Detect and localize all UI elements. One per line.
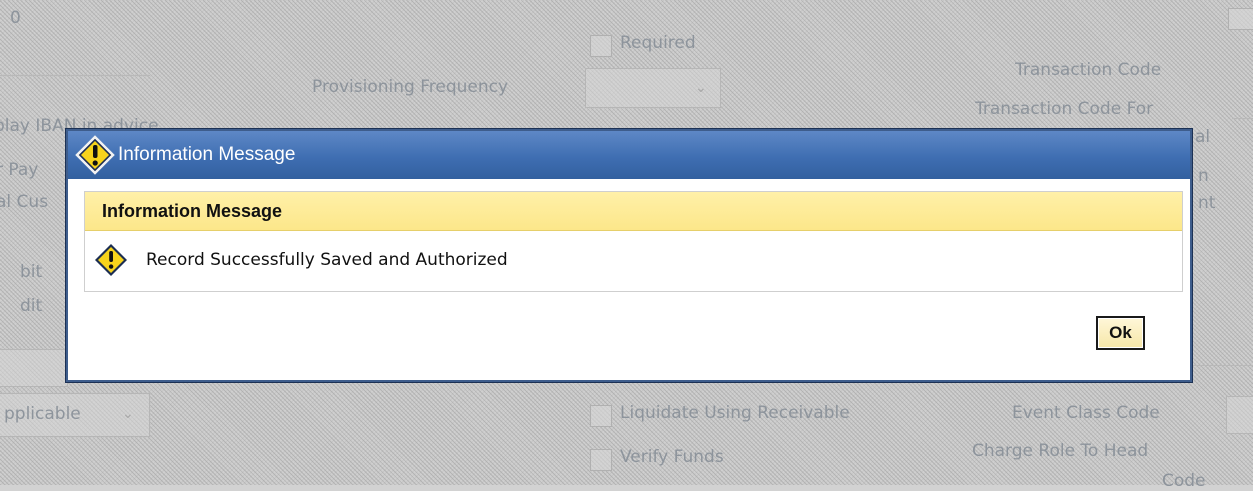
liquidate-checkbox[interactable]	[590, 405, 612, 427]
bg-input[interactable]	[1226, 396, 1253, 434]
charge-role-label: Charge Role To Head	[972, 441, 1149, 461]
bg-divider	[0, 75, 150, 76]
event-class-code-label: Event Class Code	[1012, 403, 1160, 423]
bg-field-fragment: 0	[10, 8, 21, 28]
not-applicable-value: pplicable	[4, 404, 81, 424]
bg-checkbox[interactable]	[1228, 8, 1253, 30]
dialog-title: Information Message	[118, 144, 296, 165]
bg-left-label: dit	[20, 296, 43, 316]
bg-divider	[1232, 118, 1253, 119]
bg-select[interactable]	[0, 349, 68, 387]
message-panel: Information Message Record Successfully …	[84, 191, 1183, 292]
dialog-titlebar[interactable]: Information Message	[68, 131, 1190, 179]
required-label: Required	[620, 33, 696, 53]
bg-divider	[1190, 365, 1253, 366]
warning-icon	[93, 242, 129, 278]
warning-icon	[74, 134, 116, 176]
code-label: Code	[1162, 471, 1206, 491]
bg-left-label: r Pay	[0, 160, 39, 180]
chevron-down-icon: ⌄	[122, 406, 134, 422]
provisioning-frequency-label: Provisioning Frequency	[312, 77, 509, 97]
bg-right-fragment: n	[1198, 166, 1209, 186]
bg-left-label: al Cus	[0, 192, 49, 212]
liquidate-label: Liquidate Using Receivable	[620, 403, 850, 423]
verify-funds-label: Verify Funds	[620, 447, 724, 467]
bg-left-label: bit	[20, 262, 43, 282]
message-panel-header: Information Message	[85, 192, 1182, 231]
transaction-code-for-label: Transaction Code For	[975, 99, 1154, 119]
transaction-code-label: Transaction Code	[1015, 60, 1162, 80]
required-checkbox[interactable]	[590, 35, 612, 57]
bg-right-fragment: nt	[1198, 193, 1216, 213]
dialog-body: Information Message Record Successfully …	[68, 179, 1190, 378]
verify-funds-checkbox[interactable]	[590, 449, 612, 471]
message-row: Record Successfully Saved and Authorized	[85, 231, 1182, 289]
information-dialog: Information Message Information Message …	[66, 129, 1192, 382]
ok-button[interactable]: Ok	[1096, 316, 1145, 350]
chevron-down-icon: ⌄	[695, 80, 707, 96]
message-text: Record Successfully Saved and Authorized	[146, 250, 508, 270]
bg-right-fragment: al	[1195, 127, 1211, 147]
